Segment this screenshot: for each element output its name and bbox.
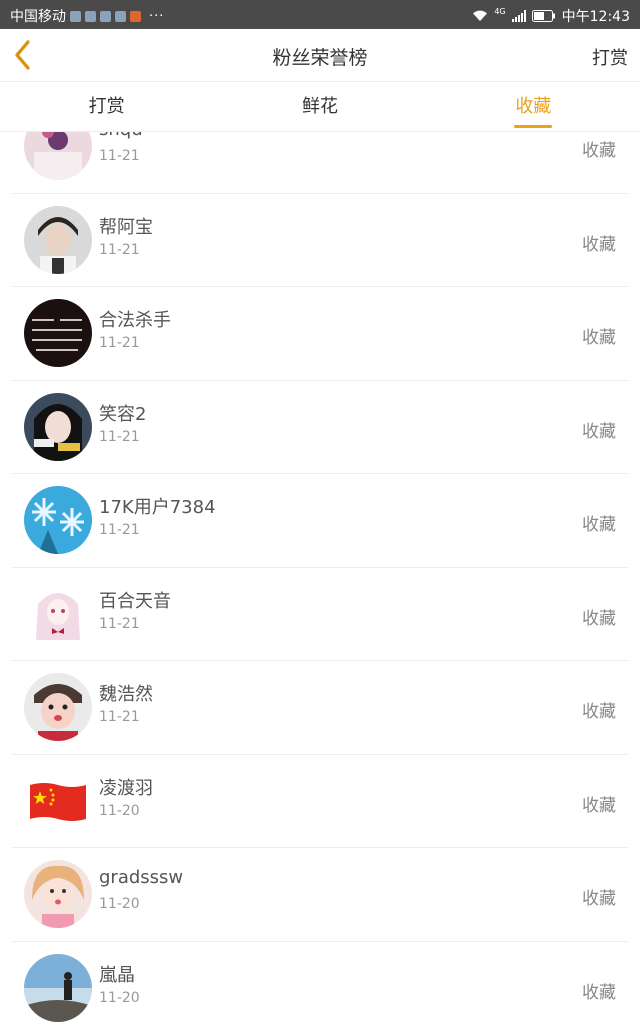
record-type: 收藏 bbox=[582, 141, 616, 161]
tab-bar: 打赏 鲜花 收藏 bbox=[0, 82, 640, 132]
user-name: 魏浩然 bbox=[99, 684, 153, 705]
avatar bbox=[24, 673, 92, 741]
record-type: 收藏 bbox=[582, 982, 616, 1003]
record-date: 11-20 bbox=[99, 802, 140, 819]
more-notifications-icon: ··· bbox=[149, 8, 165, 24]
carrier-label: 中国移动 bbox=[10, 9, 66, 25]
clock: 中午12:43 bbox=[561, 9, 630, 25]
avatar bbox=[24, 766, 92, 835]
record-date: 11-21 bbox=[99, 615, 140, 632]
record-type: 收藏 bbox=[582, 889, 616, 909]
page-title: 粉丝荣誉榜 bbox=[272, 47, 368, 69]
avatar bbox=[24, 392, 92, 461]
network-type-label: 4G bbox=[494, 6, 506, 16]
wifi-icon bbox=[472, 10, 488, 22]
list-item[interactable]: 17K用户7384 11-21 收藏 bbox=[12, 474, 628, 568]
status-bar: 中国移动 ··· 4G 中午12:43 bbox=[0, 0, 640, 29]
user-name: 百合天音 bbox=[99, 590, 171, 612]
list-item[interactable]: 百合天音 11-21 收藏 bbox=[12, 568, 628, 661]
tab-flowers[interactable]: 鲜花 bbox=[213, 82, 426, 131]
active-tab-indicator bbox=[514, 125, 553, 128]
list-item[interactable]: 帮阿宝 11-21 收藏 bbox=[12, 194, 628, 287]
status-left: 中国移动 ··· bbox=[10, 6, 164, 26]
user-name: 嵐晶 bbox=[99, 964, 135, 986]
status-right: 4G 中午12:43 bbox=[472, 6, 630, 26]
battery-icon bbox=[531, 10, 556, 22]
notification-icon bbox=[100, 10, 111, 22]
list-item[interactable]: 笑容2 11-21 收藏 bbox=[12, 381, 628, 474]
user-name: gradsssw bbox=[99, 867, 184, 888]
list-item[interactable]: 嵐晶 11-20 收藏 bbox=[12, 942, 628, 1024]
record-date: 11-21 bbox=[99, 148, 140, 164]
record-date: 11-21 bbox=[99, 241, 140, 258]
notification-icon bbox=[85, 10, 96, 22]
list-item[interactable]: 凌渡羽 11-20 收藏 bbox=[12, 755, 628, 848]
avatar bbox=[24, 953, 92, 1022]
reward-button[interactable]: 打赏 bbox=[592, 44, 628, 70]
list-item[interactable]: 合法杀手 11-21 收藏 bbox=[12, 287, 628, 381]
record-date: 11-21 bbox=[99, 428, 140, 445]
tab-favorites[interactable]: 收藏 bbox=[427, 82, 640, 131]
record-date: 11-20 bbox=[99, 989, 140, 1006]
user-name: snqu bbox=[99, 132, 143, 140]
avatar bbox=[24, 486, 92, 554]
avatar bbox=[24, 579, 92, 648]
avatar bbox=[24, 860, 92, 928]
notification-icon bbox=[70, 10, 81, 22]
list-item[interactable]: gradsssw 11-20 收藏 bbox=[12, 848, 628, 942]
list-item[interactable]: 魏浩然 11-21 收藏 bbox=[12, 661, 628, 755]
record-type: 收藏 bbox=[582, 328, 616, 348]
list-item[interactable]: snqu 11-21 收藏 bbox=[12, 132, 628, 194]
record-type: 收藏 bbox=[582, 234, 616, 255]
tab-label: 打赏 bbox=[88, 96, 125, 117]
user-name: 17K用户7384 bbox=[99, 497, 216, 518]
avatar bbox=[24, 132, 92, 180]
record-date: 11-21 bbox=[99, 522, 140, 538]
user-name: 帮阿宝 bbox=[99, 216, 153, 238]
record-date: 11-21 bbox=[99, 335, 140, 351]
user-name: 凌渡羽 bbox=[99, 777, 153, 799]
notification-icon bbox=[130, 10, 141, 22]
user-name: 笑容2 bbox=[99, 403, 147, 425]
record-date: 11-20 bbox=[99, 896, 140, 912]
fan-list: snqu 11-21 收藏 帮阿宝 11-21 收藏 合法杀手 11-21 收藏… bbox=[12, 132, 628, 1024]
fan-list-viewport[interactable]: snqu 11-21 收藏 帮阿宝 11-21 收藏 合法杀手 11-21 收藏… bbox=[0, 132, 640, 1024]
tab-reward[interactable]: 打赏 bbox=[0, 82, 213, 131]
app-header: 粉丝荣誉榜 打赏 bbox=[0, 29, 640, 82]
signal-icon bbox=[511, 10, 526, 22]
tab-label: 鲜花 bbox=[301, 96, 338, 117]
record-type: 收藏 bbox=[582, 795, 616, 816]
record-type: 收藏 bbox=[582, 421, 616, 442]
record-date: 11-21 bbox=[99, 709, 140, 725]
avatar bbox=[24, 299, 92, 367]
user-name: 合法杀手 bbox=[99, 310, 171, 331]
notification-icon bbox=[115, 10, 126, 22]
tab-label: 收藏 bbox=[515, 96, 552, 117]
record-type: 收藏 bbox=[582, 515, 616, 535]
record-type: 收藏 bbox=[582, 608, 616, 629]
record-type: 收藏 bbox=[582, 702, 616, 722]
avatar bbox=[24, 205, 92, 274]
